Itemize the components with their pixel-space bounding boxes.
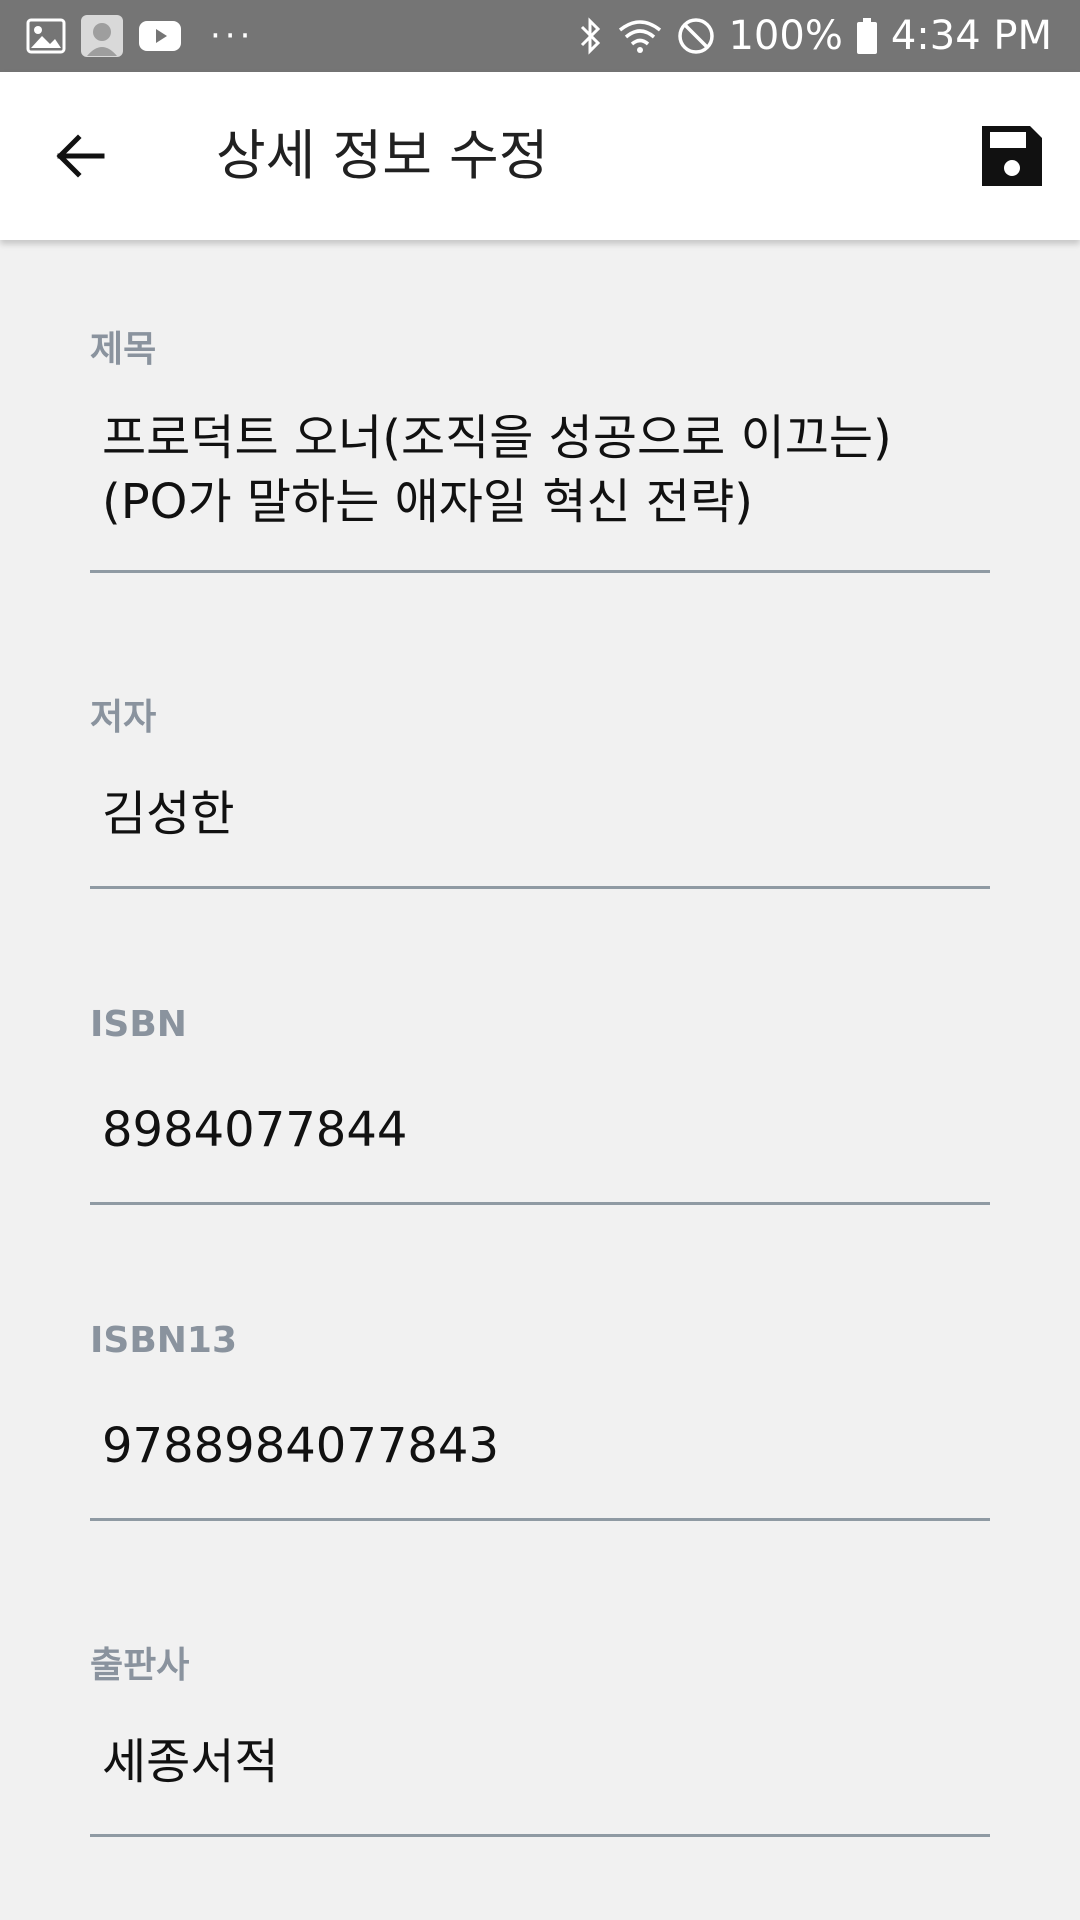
status-bar-system: 100% 4:34 PM [578, 0, 1052, 72]
battery-icon [856, 18, 877, 54]
avatar-icon [81, 15, 123, 57]
clock: 4:34 PM [890, 13, 1052, 59]
author-field-label: 저자 [90, 697, 157, 738]
overflow-icon: ··· [210, 16, 255, 56]
author-input-underline [90, 886, 990, 889]
wifi-icon [619, 20, 662, 53]
bluetooth-icon [581, 17, 601, 55]
battery-percent: 100% [728, 13, 843, 59]
title-input-underline [90, 570, 990, 573]
do-not-disturb-icon [678, 18, 715, 54]
title-input[interactable]: 프로덕트 오너(조직을 성공으로 이끄는) (PO가 말하는 애자일 혁신 전략… [102, 406, 982, 534]
image-icon [26, 18, 66, 54]
youtube-icon [139, 21, 181, 51]
back-button[interactable] [40, 116, 120, 196]
publisher-input-underline [90, 1834, 990, 1837]
status-bar-notifications: ··· [26, 0, 254, 72]
status-bar: ··· 100% 4:34 PM [0, 0, 1080, 72]
author-input[interactable]: 김성한 [102, 782, 982, 846]
isbn-input[interactable]: 8984077844 [102, 1098, 982, 1162]
isbn-field-label: ISBN [90, 1004, 187, 1045]
arrow-back-icon [56, 134, 105, 178]
save-button[interactable] [978, 122, 1046, 190]
isbn13-field-label: ISBN13 [90, 1320, 237, 1361]
save-icon [982, 126, 1042, 186]
publisher-field-label: 출판사 [90, 1645, 190, 1686]
isbn13-input[interactable]: 9788984077843 [102, 1414, 982, 1478]
isbn13-input-underline [90, 1518, 990, 1521]
title-field-label: 제목 [90, 329, 157, 370]
publisher-input[interactable]: 세종서적 [102, 1730, 982, 1794]
app-bar: 상세 정보 수정 [0, 72, 1080, 240]
isbn-input-underline [90, 1202, 990, 1205]
page-title: 상세 정보 수정 [216, 124, 549, 187]
